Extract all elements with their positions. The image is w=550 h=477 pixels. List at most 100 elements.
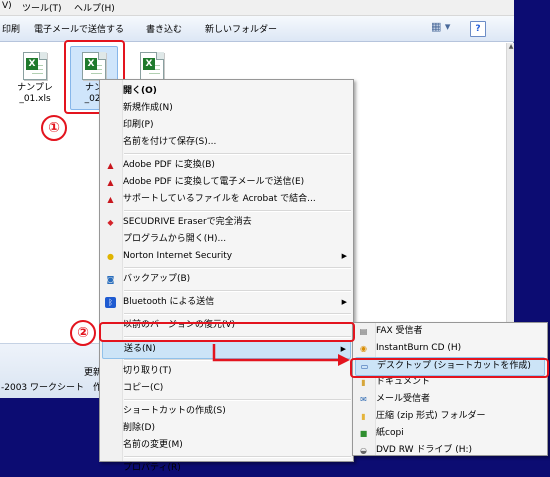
bluetooth-icon: ᛒ [105, 297, 116, 308]
send-to-item-4[interactable]: ✉ メール受信者 [355, 391, 545, 408]
secu-icon: ◆ [107, 218, 114, 227]
command-bar: 印刷 電子メールで送信する 書き込む 新しいフォルダー ▦ ▾ ? [0, 16, 514, 42]
context-menu-item-9[interactable]: ◆ SECUDRIVE Eraserで完全消去 [102, 214, 351, 231]
kami-icon: ■ [359, 429, 368, 438]
new-folder-button[interactable]: 新しいフォルダー [205, 22, 277, 35]
cd-icon: ◉ [360, 344, 367, 353]
menu-item-label: プログラムから開く(H)... [123, 234, 227, 244]
menu-separator [124, 153, 351, 155]
menu-item-label: InstantBurn CD (H) [376, 343, 462, 353]
context-menu-item-26[interactable]: 名前の変更(M) [102, 437, 351, 454]
menu-separator [124, 399, 351, 401]
menu-item-label: FAX 受信者 [376, 326, 423, 336]
context-menu-item-25[interactable]: 削除(D) [102, 420, 351, 437]
send-to-item-1[interactable]: ◉ InstantBurn CD (H) [355, 340, 545, 357]
send-to-item-6[interactable]: ■ 紙copi [355, 425, 545, 442]
excel-file-icon: X [23, 52, 47, 80]
help-icon[interactable]: ? [470, 21, 486, 37]
menu-item-label: 印刷(P) [123, 120, 154, 130]
context-menu-item-0[interactable]: 開く(O) [102, 83, 351, 100]
menu-item-label: 送る(N) [124, 344, 156, 354]
menu-separator [124, 359, 351, 361]
context-menu: 開く(O) 新規作成(N) 印刷(P) 名前を付けて保存(S)... ▲ Adobe PD… [99, 79, 354, 473]
submenu-arrow-icon: ▶ [341, 252, 347, 260]
menu-item-label: バックアップ(B) [123, 274, 191, 284]
menu-item-label: Adobe PDF に変換(B) [123, 160, 215, 170]
menu-item-label: サポートしているファイルを Acrobat で結合... [123, 194, 316, 204]
menu-bar: V) ツール(T) ヘルプ(H) [0, 0, 514, 16]
send-to-item-7[interactable]: ◒ DVD RW ドライブ (H:) [355, 442, 545, 459]
menu-item-label: DVD RW ドライブ (H:) [376, 445, 473, 455]
menu-separator [124, 313, 351, 315]
fax-icon: ▤ [359, 327, 368, 336]
context-menu-item-11[interactable]: ● Norton Internet Security ▶ [102, 248, 351, 265]
menu-separator [124, 210, 351, 212]
menu-item-label: 名前を付けて保存(S)... [123, 137, 217, 147]
menu-view[interactable]: V) [2, 1, 12, 11]
file-item-third[interactable]: X [134, 52, 170, 80]
menu-item-label: メール受信者 [376, 394, 431, 404]
context-menu-item-7[interactable]: ▲ サポートしているファイルを Acrobat で結合... [102, 191, 351, 208]
menu-item-label: ショートカットの作成(S) [123, 406, 226, 416]
context-menu-item-28[interactable]: プロパティ(R) [102, 460, 351, 477]
docs-icon: ▮ [361, 378, 366, 387]
menu-tools[interactable]: ツール(T) [22, 1, 62, 14]
pdf-icon: ▲ [107, 195, 114, 204]
norton-icon: ● [107, 252, 114, 261]
annotation-marker-1: ① [41, 115, 67, 141]
screen: V) ツール(T) ヘルプ(H) 印刷 電子メールで送信する 書き込む 新しいフ… [0, 0, 550, 473]
menu-item-label: コピー(C) [123, 383, 164, 393]
menu-item-label: Adobe PDF に変換して電子メールで送信(E) [123, 177, 305, 187]
menu-item-label: ドキュメント [376, 377, 431, 387]
annotation-box-send [99, 322, 355, 342]
context-menu-item-3[interactable]: 名前を付けて保存(S)... [102, 134, 351, 151]
menu-item-label: 開く(O) [123, 86, 157, 96]
context-menu-item-1[interactable]: 新規作成(N) [102, 100, 351, 117]
context-menu-item-6[interactable]: ▲ Adobe PDF に変換して電子メールで送信(E) [102, 174, 351, 191]
menu-item-label: Bluetooth による送信 [123, 297, 215, 307]
pdf-icon: ▲ [107, 178, 114, 187]
dvd-icon: ◒ [360, 446, 367, 455]
context-menu-item-24[interactable]: ショートカットの作成(S) [102, 403, 351, 420]
email-button[interactable]: 電子メールで送信する [34, 22, 124, 35]
details-file-type: -2003 ワークシート [1, 383, 85, 393]
context-menu-item-21[interactable]: 切り取り(T) [102, 363, 351, 380]
context-menu-item-2[interactable]: 印刷(P) [102, 117, 351, 134]
menu-help[interactable]: ヘルプ(H) [74, 1, 115, 14]
menu-separator [124, 267, 351, 269]
submenu-arrow-icon: ▶ [340, 345, 346, 353]
submenu-arrow-icon: ▶ [341, 298, 347, 306]
vertical-scrollbar[interactable]: ▲ ▼ [506, 43, 514, 343]
excel-file-icon: X [140, 52, 164, 80]
context-menu-item-22[interactable]: コピー(C) [102, 380, 351, 397]
mail-icon: ✉ [360, 395, 367, 404]
pdf-icon: ▲ [107, 161, 114, 170]
view-options-icon[interactable]: ▦ ▾ [431, 20, 450, 33]
menu-separator [124, 456, 351, 458]
menu-item-label: 切り取り(T) [123, 366, 172, 376]
file-name: ナンプレ _01.xls [17, 83, 53, 104]
context-menu-item-19[interactable]: 送る(N) ▶ [102, 340, 351, 359]
menu-item-label: 名前の変更(M) [123, 440, 183, 450]
menu-item-label: 紙copi [376, 428, 404, 438]
menu-item-label: SECUDRIVE Eraserで完全消去 [123, 217, 252, 227]
backup-icon: ◙ [106, 275, 115, 284]
annotation-marker-2: ② [70, 320, 96, 346]
print-button[interactable]: 印刷 [2, 22, 20, 35]
send-to-item-0[interactable]: ▤ FAX 受信者 [355, 323, 545, 340]
send-to-item-5[interactable]: ▮ 圧縮 (zip 形式) フォルダー [355, 408, 545, 425]
context-menu-item-10[interactable]: プログラムから開く(H)... [102, 231, 351, 248]
context-menu-item-13[interactable]: ◙ バックアップ(B) [102, 271, 351, 288]
menu-item-label: 新規作成(N) [123, 103, 173, 113]
scroll-up-arrow[interactable]: ▲ [507, 43, 515, 53]
zip-icon: ▮ [361, 412, 366, 421]
menu-separator [124, 290, 351, 292]
file-item-nanpure-01[interactable]: X ナンプレ _01.xls [17, 52, 53, 105]
send-to-submenu: ▤ FAX 受信者 ◉ InstantBurn CD (H) ▭ デスクトップ (ショート… [352, 322, 548, 456]
menu-item-label: 削除(D) [123, 423, 155, 433]
menu-item-label: Norton Internet Security [123, 251, 233, 261]
annotation-box-desktop [350, 358, 549, 378]
context-menu-item-5[interactable]: ▲ Adobe PDF に変換(B) [102, 157, 351, 174]
context-menu-item-15[interactable]: ᛒ Bluetooth による送信 ▶ [102, 294, 351, 311]
burn-button[interactable]: 書き込む [146, 22, 182, 35]
